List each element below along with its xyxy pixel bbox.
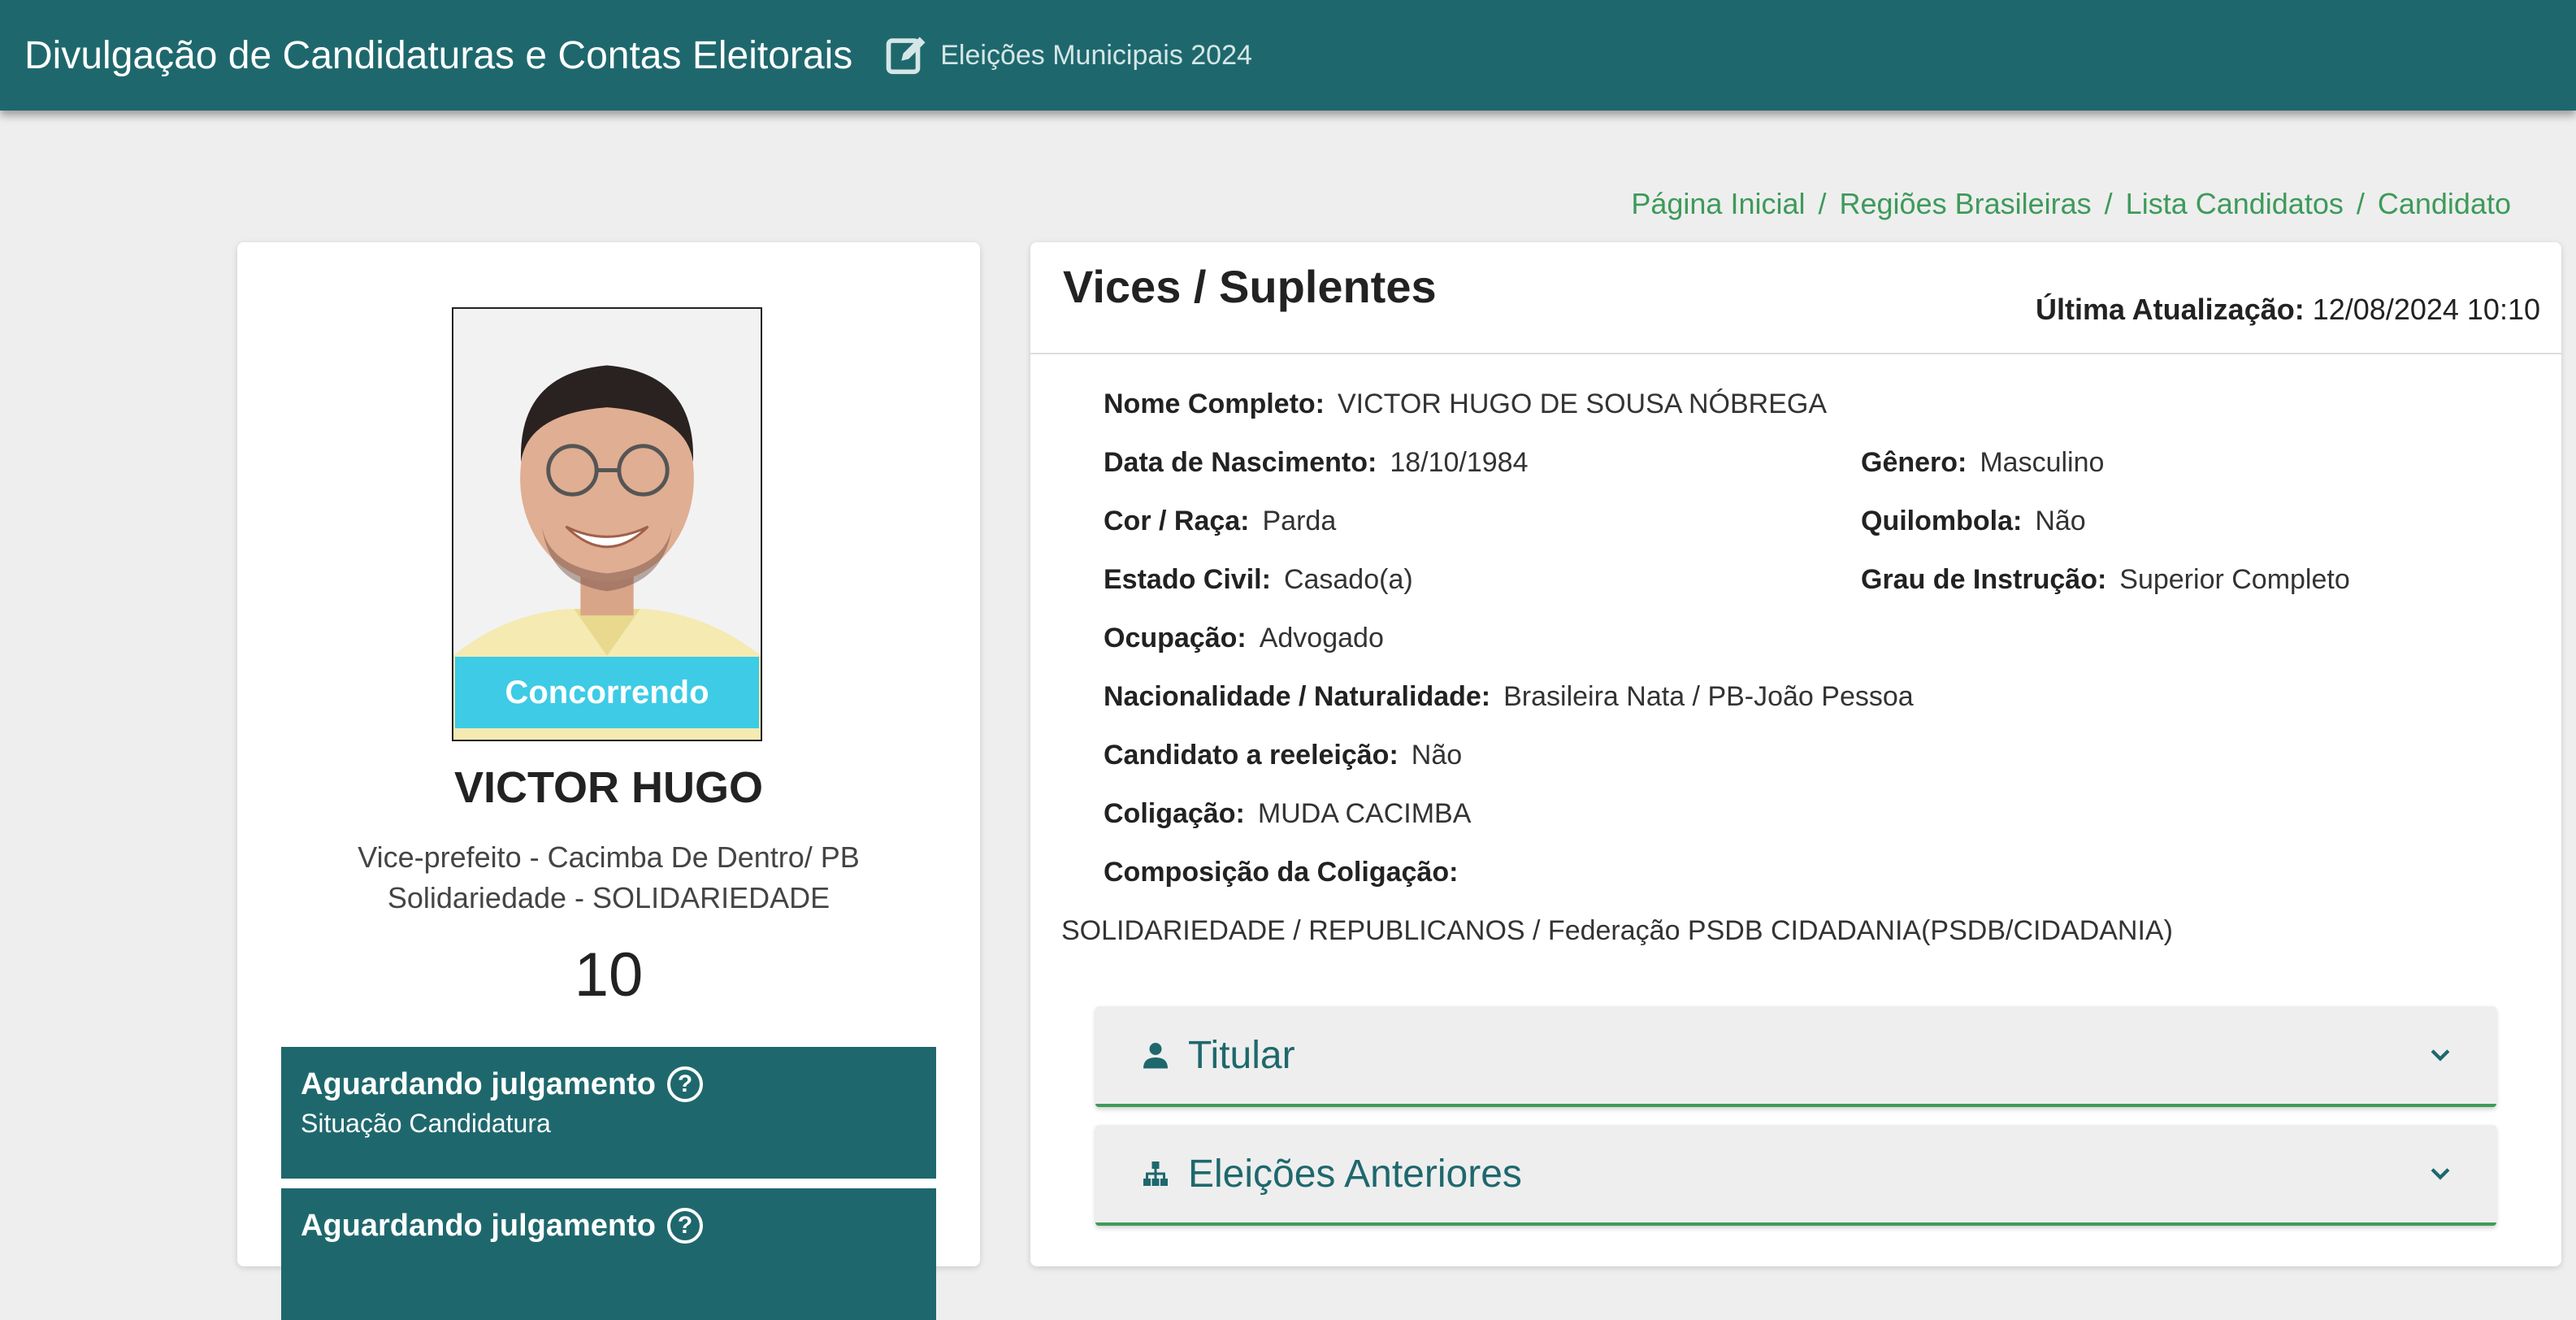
field-label: Grau de Instrução:: [1861, 564, 2107, 595]
sitemap-icon: [1143, 1162, 1168, 1186]
field-value: Brasileira Nata / PB-João Pessoa: [1503, 681, 1914, 712]
candidate-role: Vice-prefeito - Cacimba De Dentro/ PB: [358, 840, 860, 874]
status-badge: Concorrendo: [455, 657, 759, 728]
candidate-party: Solidariedade - SOLIDARIEDADE: [387, 881, 830, 914]
field-value: Parda: [1262, 506, 1337, 536]
candidate-card: Concorrendo VICTOR HUGO Vice-prefeito - …: [237, 242, 980, 1320]
field-birth-date: Data de Nascimento: 18/10/1984: [1104, 447, 1529, 479]
field-full-name: Nome Completo: VICTOR HUGO DE SOUSA NÓBRE…: [1104, 389, 1827, 420]
field-value: Casado(a): [1283, 564, 1413, 595]
field-label: Ocupação:: [1104, 623, 1247, 653]
accordion-label: Titular: [1188, 1033, 1295, 1077]
candidate-name: VICTOR HUGO: [453, 763, 764, 812]
breadcrumb: Página Inicial / Regiões Brasileiras / Lista…: [1631, 187, 2511, 221]
field-occupation: Ocupação: Advogado: [1104, 623, 1384, 654]
field-label: Composição da Coligação:: [1104, 857, 1459, 888]
breadcrumb-separator: /: [1818, 187, 1827, 220]
field-value: VICTOR HUGO DE SOUSA NÓBREGA: [1338, 389, 1828, 419]
field-nationality: Nacionalidade / Naturalidade: Brasileira …: [1104, 681, 1914, 713]
app-title: Divulgação de Candidaturas e Contas Elei…: [24, 33, 853, 77]
last-update-label: Última Atualização:: [2035, 293, 2305, 326]
field-label: Cor / Raça:: [1104, 506, 1250, 536]
candidacy-status-title: Aguardando julgamento: [301, 1066, 656, 1101]
candidacy-status-box: Aguardando julgamento ? Situação Candida…: [281, 1047, 936, 1179]
candidacy-status-subtitle: Situação Candidatura: [301, 1109, 551, 1138]
election-selector[interactable]: Eleições Municipais 2024: [885, 33, 1252, 77]
field-value: SOLIDARIEDADE / REPUBLICANOS / Federação…: [1061, 915, 2173, 946]
top-bar: Divulgação de Candidaturas e Contas Elei…: [0, 0, 2576, 111]
breadcrumb-regions[interactable]: Regiões Brasileiras: [1840, 187, 2092, 220]
field-coalition-composition-label: Composição da Coligação:: [1104, 857, 1471, 888]
field-value: Masculino: [1980, 447, 2105, 478]
field-value: 18/10/1984: [1390, 447, 1529, 478]
field-race: Cor / Raça: Parda: [1104, 506, 1336, 537]
breadcrumb-separator: /: [2104, 187, 2113, 220]
second-status-box: Aguardando julgamento ?: [281, 1188, 936, 1320]
field-value: Não: [2035, 506, 2086, 536]
section-title: Vices / Suplentes: [1063, 261, 1437, 312]
field-label: Candidato a reeleição:: [1104, 740, 1399, 771]
field-label: Coligação:: [1104, 798, 1245, 829]
field-coalition-composition-value: SOLIDARIEDADE / REPUBLICANOS / Federação…: [1061, 915, 2173, 947]
chevron-down-icon: [2431, 1168, 2450, 1180]
field-label: Data de Nascimento:: [1104, 447, 1377, 478]
field-value: Não: [1411, 740, 1463, 771]
accordion-previous-elections[interactable]: Eleições Anteriores: [1095, 1125, 2496, 1226]
field-gender: Gênero: Masculino: [1861, 447, 2104, 479]
person-icon: [1143, 1043, 1168, 1069]
field-label: Gênero:: [1861, 447, 1967, 478]
breadcrumb-separator: /: [2356, 187, 2365, 220]
field-quilombola: Quilombola: Não: [1861, 506, 2086, 537]
field-value: Superior Completo: [2119, 564, 2350, 595]
last-update-value: 12/08/2024 10:10: [2312, 293, 2540, 326]
candidate-number: 10: [574, 940, 644, 1010]
accordion-titular[interactable]: Titular: [1095, 1006, 2496, 1107]
breadcrumb-home[interactable]: Página Inicial: [1631, 187, 1805, 220]
field-reelection: Candidato a reeleição: Não: [1104, 740, 1462, 771]
help-icon[interactable]: ?: [667, 1066, 703, 1102]
edit-icon: [886, 37, 926, 75]
field-label: Estado Civil:: [1104, 564, 1271, 595]
details-card: Vices / Suplentes Última Atualização: 12…: [1030, 242, 2561, 1266]
field-value: Advogado: [1259, 623, 1384, 653]
field-education: Grau de Instrução: Superior Completo: [1861, 564, 2350, 596]
breadcrumb-candidates-list[interactable]: Lista Candidatos: [2126, 187, 2344, 220]
accordion-label: Eleições Anteriores: [1188, 1152, 1522, 1196]
field-label: Nome Completo:: [1104, 389, 1325, 419]
second-status-title: Aguardando julgamento: [301, 1208, 656, 1243]
help-icon[interactable]: ?: [667, 1208, 703, 1244]
field-value: MUDA CACIMBA: [1257, 798, 1472, 829]
divider: [1030, 353, 2561, 354]
candidate-photo: Concorrendo: [452, 307, 762, 741]
election-label: Eleições Municipais 2024: [940, 39, 1252, 71]
chevron-down-icon: [2431, 1049, 2450, 1062]
field-marital-status: Estado Civil: Casado(a): [1104, 564, 1413, 596]
last-update: Última Atualização: 12/08/2024 10:10: [2036, 293, 2540, 327]
field-label: Nacionalidade / Naturalidade:: [1104, 681, 1491, 712]
breadcrumb-candidate: Candidato: [2377, 187, 2511, 220]
field-coalition: Coligação: MUDA CACIMBA: [1104, 798, 1471, 830]
field-label: Quilombola:: [1861, 506, 2023, 536]
